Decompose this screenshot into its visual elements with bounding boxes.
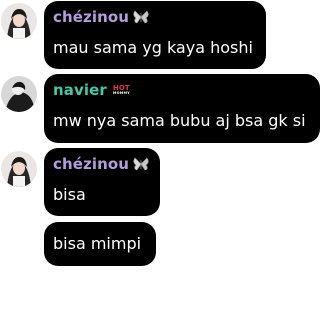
message-bubble-4: bisa mimpi [44, 222, 156, 266]
butterfly-icon [132, 156, 150, 172]
message-bubble-3: chézinou bisa [44, 148, 160, 216]
message-bubble-2: navier HOT MOMMY mw nya sama bubu aj bsa… [44, 74, 320, 143]
username-chezinou[interactable]: chézinou [53, 8, 150, 26]
message-text: bisa [53, 185, 86, 204]
avatar-navier[interactable] [1, 76, 37, 112]
user-tag-badge: HOT MOMMY [112, 84, 130, 96]
butterfly-icon [132, 9, 150, 25]
avatar-chezinou[interactable] [1, 3, 37, 39]
message-bubble-1: chézinou mau sama yg kaya hoshi [44, 1, 266, 69]
username-label: chézinou [53, 155, 130, 173]
message-text: bisa mimpi [53, 234, 142, 253]
username-chezinou[interactable]: chézinou [53, 155, 150, 173]
username-label: navier [53, 81, 107, 99]
username-navier[interactable]: navier HOT MOMMY [53, 81, 130, 99]
avatar-chezinou[interactable] [1, 151, 37, 187]
tag-bottom: MOMMY [112, 90, 130, 95]
username-label: chézinou [53, 8, 130, 26]
message-text: mau sama yg kaya hoshi [53, 38, 253, 57]
message-text: mw nya sama bubu aj bsa gk si [53, 111, 306, 130]
